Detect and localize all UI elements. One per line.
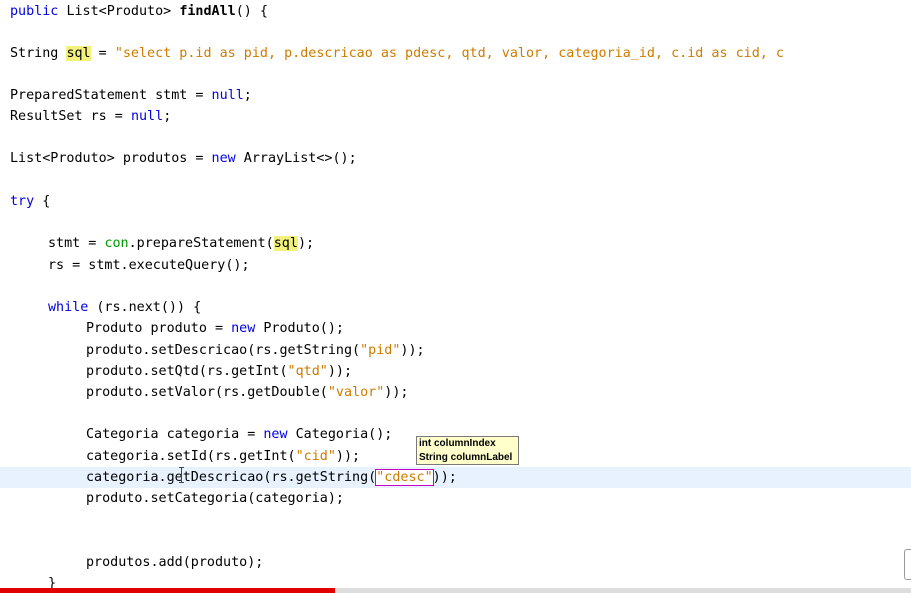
- code-text: ResultSet rs =: [10, 109, 131, 124]
- code-text: .prepareStatement(: [128, 236, 274, 251]
- keyword: try: [10, 194, 35, 209]
- code-text: produto.setDescricao(rs.getString(: [86, 343, 361, 358]
- keyword: new: [263, 427, 288, 442]
- code-text: ArrayList<>();: [235, 151, 357, 166]
- parameter-hint-tooltip: int columnIndex String columnLabel: [416, 436, 519, 465]
- code-line[interactable]: rs = stmt.executeQuery();: [10, 255, 250, 276]
- code-text: {: [34, 194, 51, 209]
- code-text: categoria.setId(rs.getInt(: [86, 449, 296, 464]
- code-text: ;: [163, 109, 172, 124]
- highlighted-variable: sql: [66, 46, 91, 61]
- code-line[interactable]: Produto produto = new Produto();: [10, 318, 344, 339]
- tooltip-line: String columnLabel: [419, 452, 513, 463]
- code-line[interactable]: produto.setQtd(rs.getInt("qtd"));: [10, 361, 352, 382]
- current-code-line[interactable]: categoria.getDescricao(rs.getString("cde…: [0, 467, 911, 488]
- text-cursor-icon: [179, 467, 185, 483]
- video-progress-fill: [0, 588, 336, 593]
- selected-string-literal[interactable]: "cdesc": [375, 469, 434, 486]
- field-name: con: [104, 236, 129, 251]
- code-text: (rs.next()) {: [88, 300, 202, 315]
- code-text: rs = stmt.executeQuery();: [48, 258, 250, 273]
- code-text: Categoria categoria =: [86, 427, 264, 442]
- keyword: while: [48, 300, 89, 315]
- string-literal: "qtd": [287, 364, 328, 379]
- code-line[interactable]: public List<Produto> findAll() {: [10, 1, 268, 22]
- method-name: findAll: [179, 4, 236, 19]
- string-literal: "valor": [327, 385, 385, 400]
- highlighted-variable: sql: [273, 236, 298, 251]
- code-line[interactable]: String sql = "select p.id as pid, p.desc…: [10, 43, 784, 64]
- code-text: =: [90, 46, 115, 61]
- keyword: null: [211, 88, 244, 103]
- code-text: ));: [384, 385, 409, 400]
- code-line[interactable]: stmt = con.prepareStatement(sql);: [10, 233, 314, 254]
- code-text: ));: [327, 364, 353, 379]
- code-line[interactable]: while (rs.next()) {: [10, 297, 201, 318]
- code-line[interactable]: produto.setDescricao(rs.getString("pid")…: [10, 340, 425, 361]
- code-text: );: [297, 236, 315, 251]
- code-text: Categoria();: [287, 427, 393, 442]
- code-line[interactable]: try {: [10, 191, 50, 212]
- video-progress-bar[interactable]: [0, 588, 911, 593]
- code-text: String: [10, 46, 59, 61]
- keyword: new: [231, 321, 256, 336]
- code-text: produto.setValor(rs.getDouble(: [86, 385, 328, 400]
- code-line[interactable]: PreparedStatement stmt = null;: [10, 85, 252, 106]
- code-text: ));: [400, 343, 425, 358]
- code-line[interactable]: Categoria categoria = new Categoria();: [10, 424, 392, 445]
- code-text: ));: [335, 449, 361, 464]
- code-text: categoria.: [86, 470, 167, 485]
- code-text: Produto();: [255, 321, 344, 336]
- keyword: new: [211, 151, 236, 166]
- code-editor[interactable]: public List<Produto> findAll() { String …: [0, 0, 911, 593]
- code-text: ;: [243, 88, 252, 103]
- code-text: List<Produto>: [66, 4, 172, 19]
- code-line[interactable]: produtos.add(produto);: [10, 552, 263, 573]
- code-text: produtos.add(produto);: [86, 555, 264, 570]
- code-line[interactable]: List<Produto> produtos = new ArrayList<>…: [10, 148, 357, 169]
- string-literal: "pid": [360, 343, 401, 358]
- code-line[interactable]: produto.setValor(rs.getDouble("valor"));: [10, 382, 408, 403]
- code-text: List<Produto> produtos =: [10, 151, 212, 166]
- code-line[interactable]: produto.setCategoria(categoria);: [10, 488, 344, 509]
- keyword: public: [10, 4, 59, 19]
- code-text: produto.setQtd(rs.getInt(: [86, 364, 288, 379]
- tooltip-line: int columnIndex: [419, 438, 496, 449]
- code-text: produto.setCategoria(categoria);: [86, 491, 344, 506]
- code-text: stmt =: [48, 236, 105, 251]
- code-text: getDescricao(rs.getString(: [166, 470, 377, 485]
- code-text: Produto produto =: [86, 321, 232, 336]
- code-line[interactable]: ResultSet rs = null;: [10, 106, 171, 127]
- keyword: null: [130, 109, 164, 124]
- string-literal: "select p.id as pid, p.descricao as pdes…: [114, 46, 784, 61]
- scroll-handle[interactable]: [904, 549, 911, 580]
- code-line[interactable]: categoria.setId(rs.getInt("cid"));: [10, 446, 360, 467]
- code-text: PreparedStatement stmt =: [10, 88, 212, 103]
- code-text: () {: [235, 4, 268, 19]
- string-literal: "cid": [295, 449, 336, 464]
- code-text: ));: [432, 470, 457, 485]
